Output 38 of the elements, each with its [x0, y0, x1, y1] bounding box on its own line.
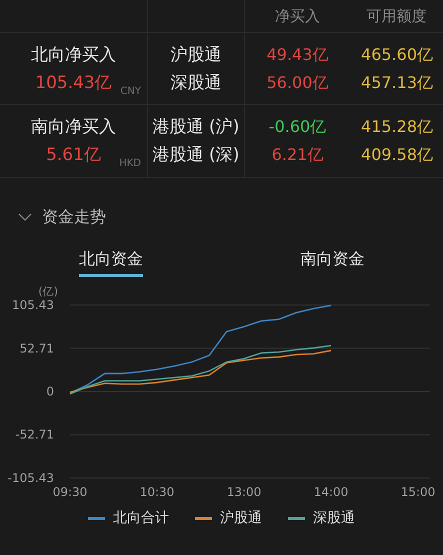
axis-unit-label: (亿): [38, 285, 58, 298]
x-axis-label: 14:00: [314, 485, 348, 499]
x-axis-label: 13:00: [226, 485, 262, 499]
section-title: 资金走势: [42, 206, 106, 228]
channel-name: 沪股通: [170, 44, 222, 64]
total-value: 105.43亿: [35, 72, 112, 92]
net-buy-value: 49.43亿: [266, 44, 328, 64]
chevron-icon[interactable]: [18, 213, 32, 221]
quota-value: 465.60亿: [361, 44, 433, 64]
channel-name: 深股通: [170, 72, 222, 92]
channel-name: 港股通 (深): [152, 145, 240, 165]
legend-label: 北向合计: [113, 509, 169, 527]
tab[interactable]: 南向资金: [300, 243, 364, 277]
quota-value: 457.13亿: [361, 72, 433, 92]
x-axis-label: 10:30: [140, 485, 174, 499]
group-label: 北向净买入: [30, 44, 117, 64]
x-axis-label: 09:30: [52, 485, 88, 499]
x-axis-label: 15:00: [400, 485, 436, 499]
channel-name: 港股通 (沪): [152, 117, 240, 137]
currency-label: HKD: [119, 158, 141, 169]
total-value: 5.61亿: [46, 145, 101, 165]
legend-label: 深股通: [313, 509, 355, 527]
quota-value: 409.58亿: [361, 145, 433, 165]
y-axis-label: 52.71: [20, 341, 54, 356]
net-buy-value: 56.00亿: [266, 72, 328, 92]
quota-value: 415.28亿: [361, 117, 433, 137]
legend-label: 沪股通: [220, 509, 262, 527]
group-label: 南向净买入: [30, 117, 117, 137]
tab[interactable]: 北向资金: [78, 243, 143, 277]
currency-label: CNY: [120, 86, 141, 96]
column-header: 净买入: [245, 0, 350, 33]
net-buy-value: 6.21亿: [272, 145, 324, 165]
y-axis-label: -52.71: [15, 428, 54, 442]
column-header: 可用额度: [350, 0, 443, 33]
y-axis-label: 0: [46, 384, 54, 398]
y-axis-label: 105.43: [12, 298, 54, 312]
net-buy-value: -0.60亿: [268, 117, 326, 137]
y-axis-label: -105.43: [8, 471, 54, 485]
